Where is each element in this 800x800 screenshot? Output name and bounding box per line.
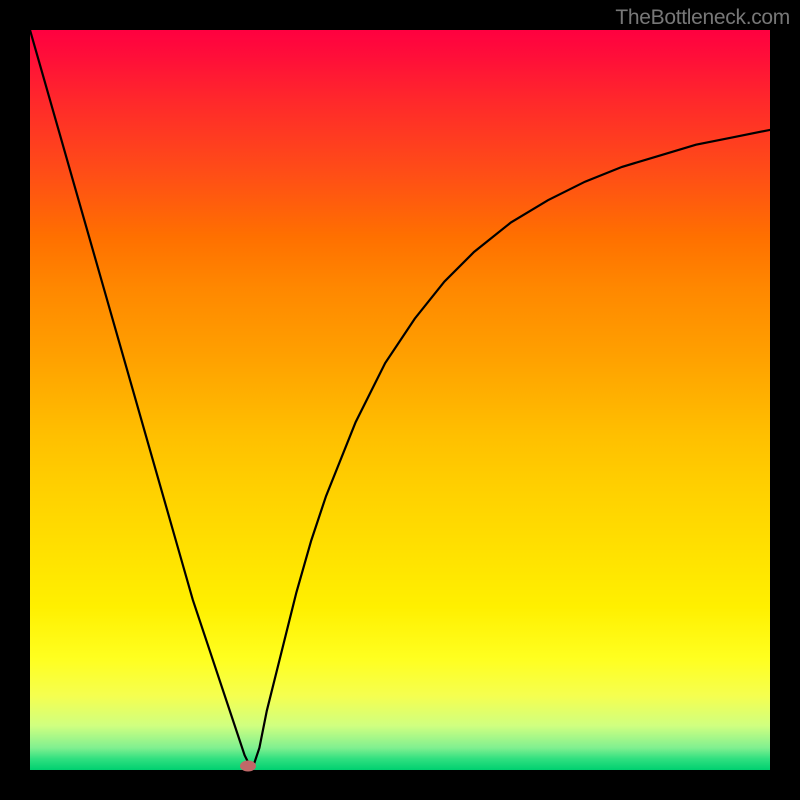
- minimum-marker: [240, 761, 256, 772]
- watermark-text: TheBottleneck.com: [615, 6, 790, 30]
- plot-area: [30, 30, 770, 770]
- bottleneck-curve: [30, 30, 770, 770]
- chart-frame: TheBottleneck.com: [0, 0, 800, 800]
